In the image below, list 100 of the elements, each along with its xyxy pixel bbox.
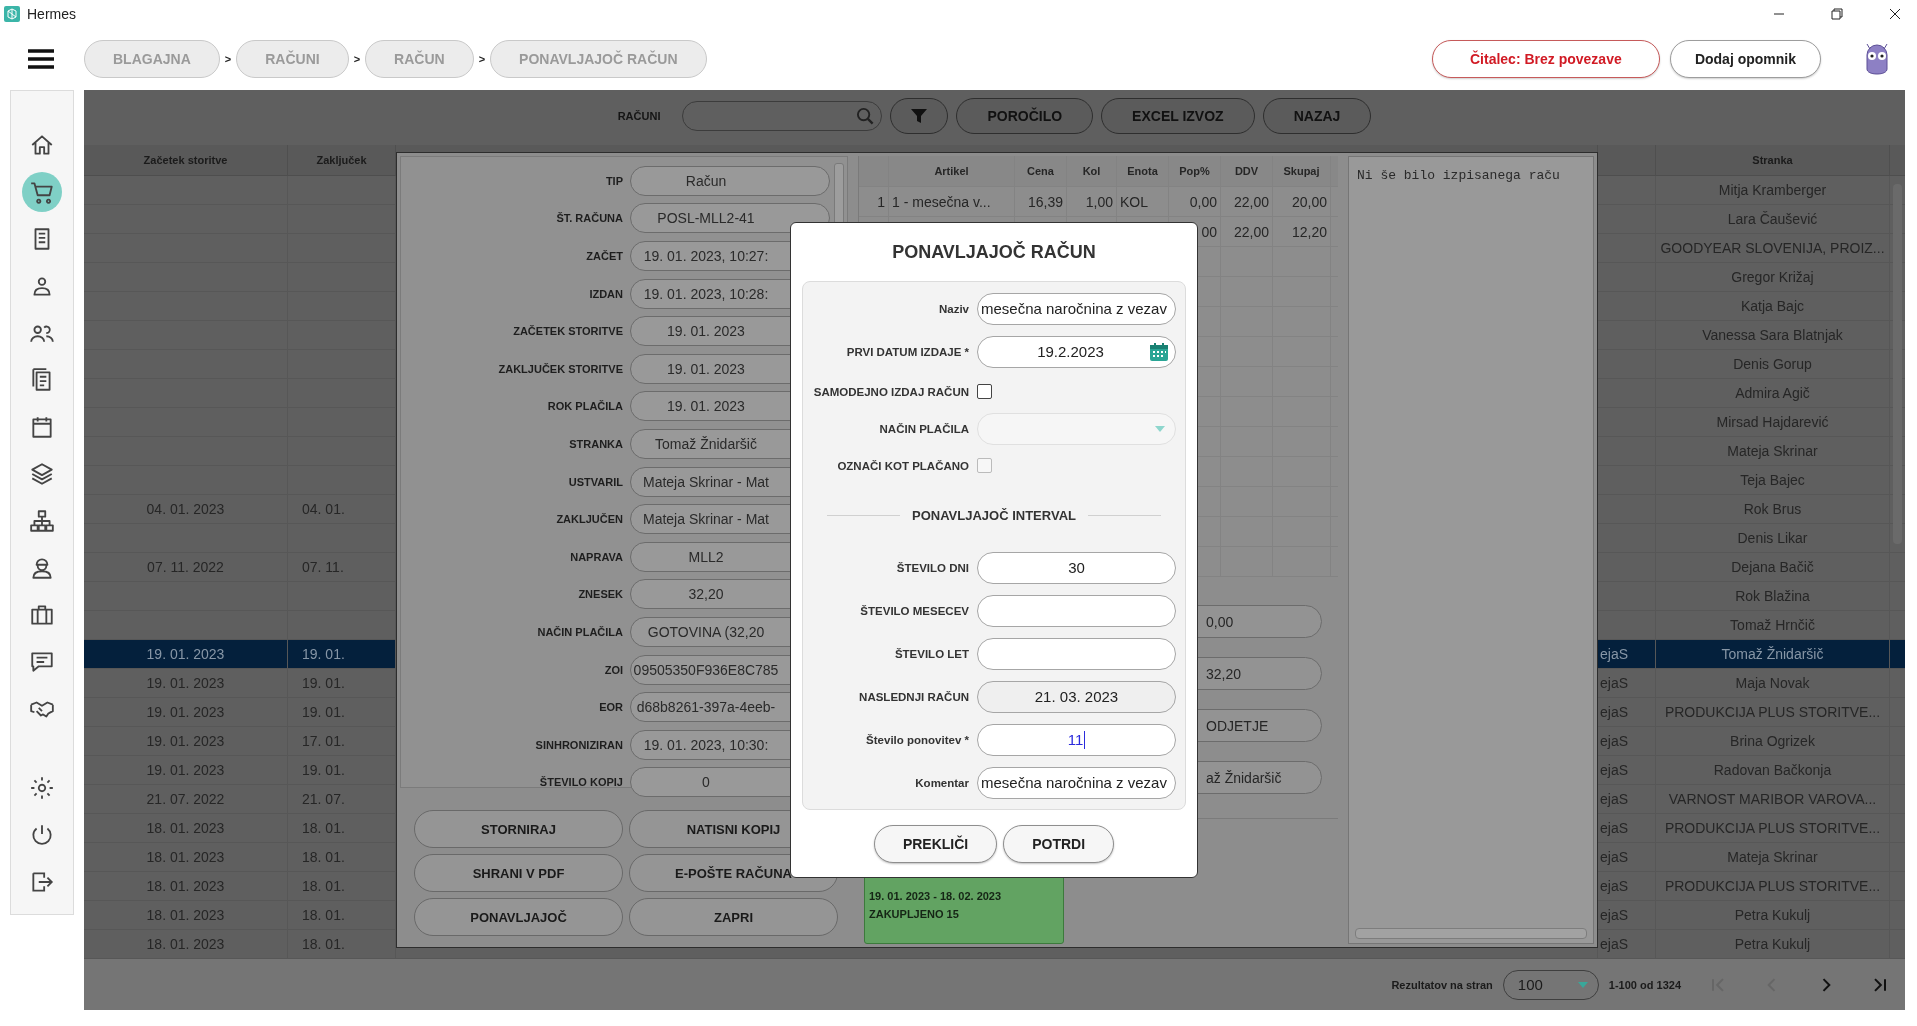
action-button[interactable]: ZAPRI [629, 898, 838, 936]
table-cell: Tomaž Hrnčič [1730, 617, 1815, 633]
table-cell: 00 [1201, 223, 1217, 240]
field-label: ŠT. RAČUNA [555, 212, 624, 225]
field-label: OZNAČI KOT PLAČANO [836, 459, 970, 472]
power-icon [29, 822, 55, 848]
calendar-icon[interactable] [1149, 341, 1169, 362]
table-cell: 07. 11. [302, 559, 344, 575]
toolbar-button[interactable]: NAZAJ [1262, 98, 1372, 134]
input-field[interactable]: 11 [977, 723, 1176, 756]
table-cell: Gregor Križaj [1731, 269, 1814, 285]
column-header[interactable]: Artikel [889, 156, 1015, 186]
table-cell: 18. 01. [302, 878, 345, 894]
date-field[interactable]: 19.2.2023 [977, 335, 1176, 368]
chat-icon [29, 649, 55, 675]
table-cell: Denis Likar [1737, 530, 1808, 546]
table-cell: 19. 01. 2023 [146, 704, 225, 720]
readonly-field[interactable]: Račun [630, 165, 830, 196]
worker-icon [29, 555, 55, 581]
table-cell: Mateja Skrinar [1727, 849, 1818, 865]
table-cell: 18. 01. 2023 [146, 878, 225, 894]
calendar-icon [29, 414, 55, 440]
filter-button[interactable] [890, 98, 949, 134]
table-cell: 12,20 [1291, 223, 1327, 240]
table-cell: Mirsad Hajdarević [1716, 414, 1829, 430]
field-label: NAČIN PLAČILA [878, 422, 970, 435]
column-header[interactable]: DDV [1221, 156, 1273, 186]
input-field[interactable]: 30 [977, 551, 1176, 584]
column-header[interactable]: Enota [1117, 156, 1169, 186]
input-field[interactable]: mesečna naročnina z vezav [977, 766, 1176, 799]
header-button[interactable]: Čitalec: Brez povezave [1431, 40, 1660, 78]
table-cell: ejaS [1600, 675, 1629, 691]
table-cell: 07. 11. 2022 [147, 559, 224, 575]
field-label: SINHRONIZIRAN [534, 738, 624, 751]
action-button[interactable]: STORNIRAJ [414, 810, 623, 848]
table-cell: ejaS [1600, 849, 1629, 865]
field-label: IZDAN [588, 287, 624, 300]
field-label: PRVI DATUM IZDAJE * [845, 345, 970, 358]
scrollbar[interactable] [1355, 928, 1587, 939]
table-cell: ejaS [1600, 878, 1629, 894]
column-header[interactable]: Skupaj [1273, 156, 1331, 186]
table-cell: 22,00 [1233, 193, 1269, 210]
input-field[interactable] [977, 637, 1176, 670]
restore-icon[interactable] [1831, 8, 1843, 20]
table-cell: 19. 01. [302, 675, 345, 691]
table-cell: 19. 01. [302, 704, 345, 720]
search-icon [856, 106, 876, 126]
dialog-button[interactable]: POTRDI [1003, 824, 1115, 863]
table-cell: 0,00 [1189, 193, 1217, 210]
page-size-label: Rezultatov na stran [1391, 978, 1493, 991]
briefcase-icon [29, 602, 55, 628]
column-header[interactable]: Cena [1015, 156, 1067, 186]
dialog-button[interactable]: PREKLIČI [873, 824, 998, 863]
table-cell: ejaS [1600, 762, 1629, 778]
field-label: TIP [604, 174, 624, 187]
column-header[interactable]: Pop% [1169, 156, 1221, 186]
field-label: ZNESEK [577, 588, 624, 601]
toolbar-button[interactable]: EXCEL IZVOZ [1101, 98, 1255, 134]
table-cell: Rok Blažina [1735, 588, 1810, 604]
action-button[interactable]: SHRANI V PDF [414, 854, 623, 892]
table-cell: Katja Bajc [1740, 298, 1804, 314]
table-cell: 18. 01. [302, 849, 345, 865]
sidebar-item[interactable] [22, 172, 62, 212]
table-cell: Teja Bajec [1740, 472, 1805, 488]
table-cell: PRODUKCIJA PLUS STORITVE... [1664, 820, 1881, 836]
field-label: NASLEDNJI RAČUN [858, 690, 970, 703]
table-cell: ejaS [1600, 646, 1629, 662]
action-button[interactable]: PONAVLJAJOČ [414, 898, 623, 936]
table-cell: 1 [877, 193, 885, 210]
table-cell: Mateja Skrinar [1727, 443, 1818, 459]
table-cell: Rok Brus [1743, 501, 1802, 517]
table-cell: 04. 01. 2023 [146, 501, 225, 517]
table-cell: ejaS [1600, 791, 1629, 807]
table-cell: Vanessa Sara Blatnjak [1702, 327, 1843, 343]
table-cell: 18. 01. 2023 [146, 936, 225, 952]
table-cell: 18. 01. [302, 820, 345, 836]
input-field[interactable] [977, 594, 1176, 627]
caret-icon [1155, 425, 1165, 432]
header-button[interactable]: Dodaj opomnik [1669, 40, 1821, 78]
table-cell: 20,00 [1291, 193, 1327, 210]
toolbar-button[interactable]: POROČILO [956, 98, 1094, 134]
field-label: ZAKLJUČEK STORITVE [497, 362, 624, 375]
breadcrumb-separator: > [224, 53, 232, 65]
readonly-field[interactable]: POSL-MLL2-41 [630, 203, 830, 234]
field-label: ZAČET [585, 250, 624, 262]
field-label: ROK PLAČILA [546, 400, 624, 413]
field-label: ZAČETEK STORITVE [512, 325, 624, 338]
period-text: ZAKUPLJENO 15 [869, 908, 960, 920]
menu-icon[interactable] [26, 48, 56, 70]
table-cell: 18. 01. [302, 936, 345, 952]
preview-text: Ni še bilo izpisanega raču [1357, 168, 1560, 183]
field-label: ŠTEVILO LET [893, 647, 970, 660]
table-cell: 18. 01. 2023 [146, 907, 225, 923]
column-header[interactable]: Kol [1067, 156, 1117, 186]
field-label: ZAKLJUČEN [555, 513, 624, 526]
close-icon[interactable] [1889, 8, 1901, 20]
period-text: 19. 01. 2023 - 18. 02. 2023 [869, 890, 1003, 902]
table-cell: Petra Kukulj [1734, 936, 1811, 952]
input-field[interactable]: mesečna naročnina z vezav [977, 292, 1176, 325]
checkbox[interactable] [977, 384, 992, 399]
